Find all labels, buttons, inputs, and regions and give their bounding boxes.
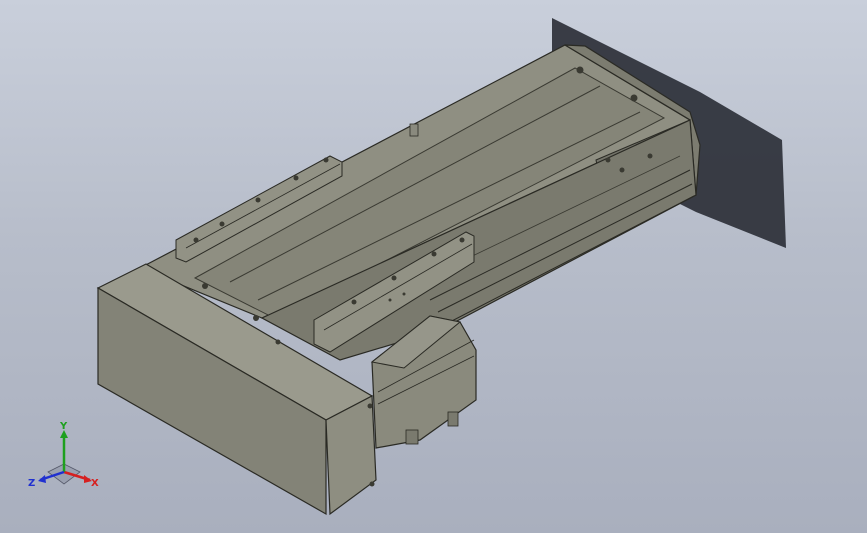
screw-hole	[647, 153, 653, 159]
screw-hole	[275, 339, 281, 345]
x-axis-label: X	[91, 478, 99, 489]
screw-hole	[630, 94, 638, 102]
screw-hole	[293, 175, 299, 181]
screw-hole	[576, 66, 584, 74]
coupling-nut	[447, 411, 459, 427]
screw-hole	[202, 283, 208, 289]
screw-hole	[402, 292, 406, 296]
coupling-nut	[405, 429, 419, 445]
screw-hole	[388, 298, 392, 302]
screw-hole	[369, 481, 375, 487]
screw-hole	[193, 237, 199, 243]
orientation-triad[interactable]: X Y Z	[22, 420, 112, 500]
rear-tab	[409, 123, 419, 137]
screw-hole	[351, 299, 357, 305]
screw-hole	[619, 167, 625, 173]
screw-hole	[367, 403, 373, 409]
screw-hole	[255, 197, 261, 203]
screw-hole	[459, 237, 465, 243]
screw-hole	[431, 251, 437, 257]
z-axis-label: Z	[28, 478, 35, 489]
cad-model-view[interactable]	[0, 0, 867, 533]
screw-hole	[253, 315, 259, 321]
z-axis-icon	[38, 475, 46, 483]
screw-hole	[605, 157, 611, 163]
screw-hole	[323, 157, 329, 163]
graphics-viewport[interactable]: X Y Z	[0, 0, 867, 533]
screw-hole	[219, 221, 225, 227]
y-axis-label: Y	[59, 421, 68, 432]
screw-hole	[391, 275, 397, 281]
